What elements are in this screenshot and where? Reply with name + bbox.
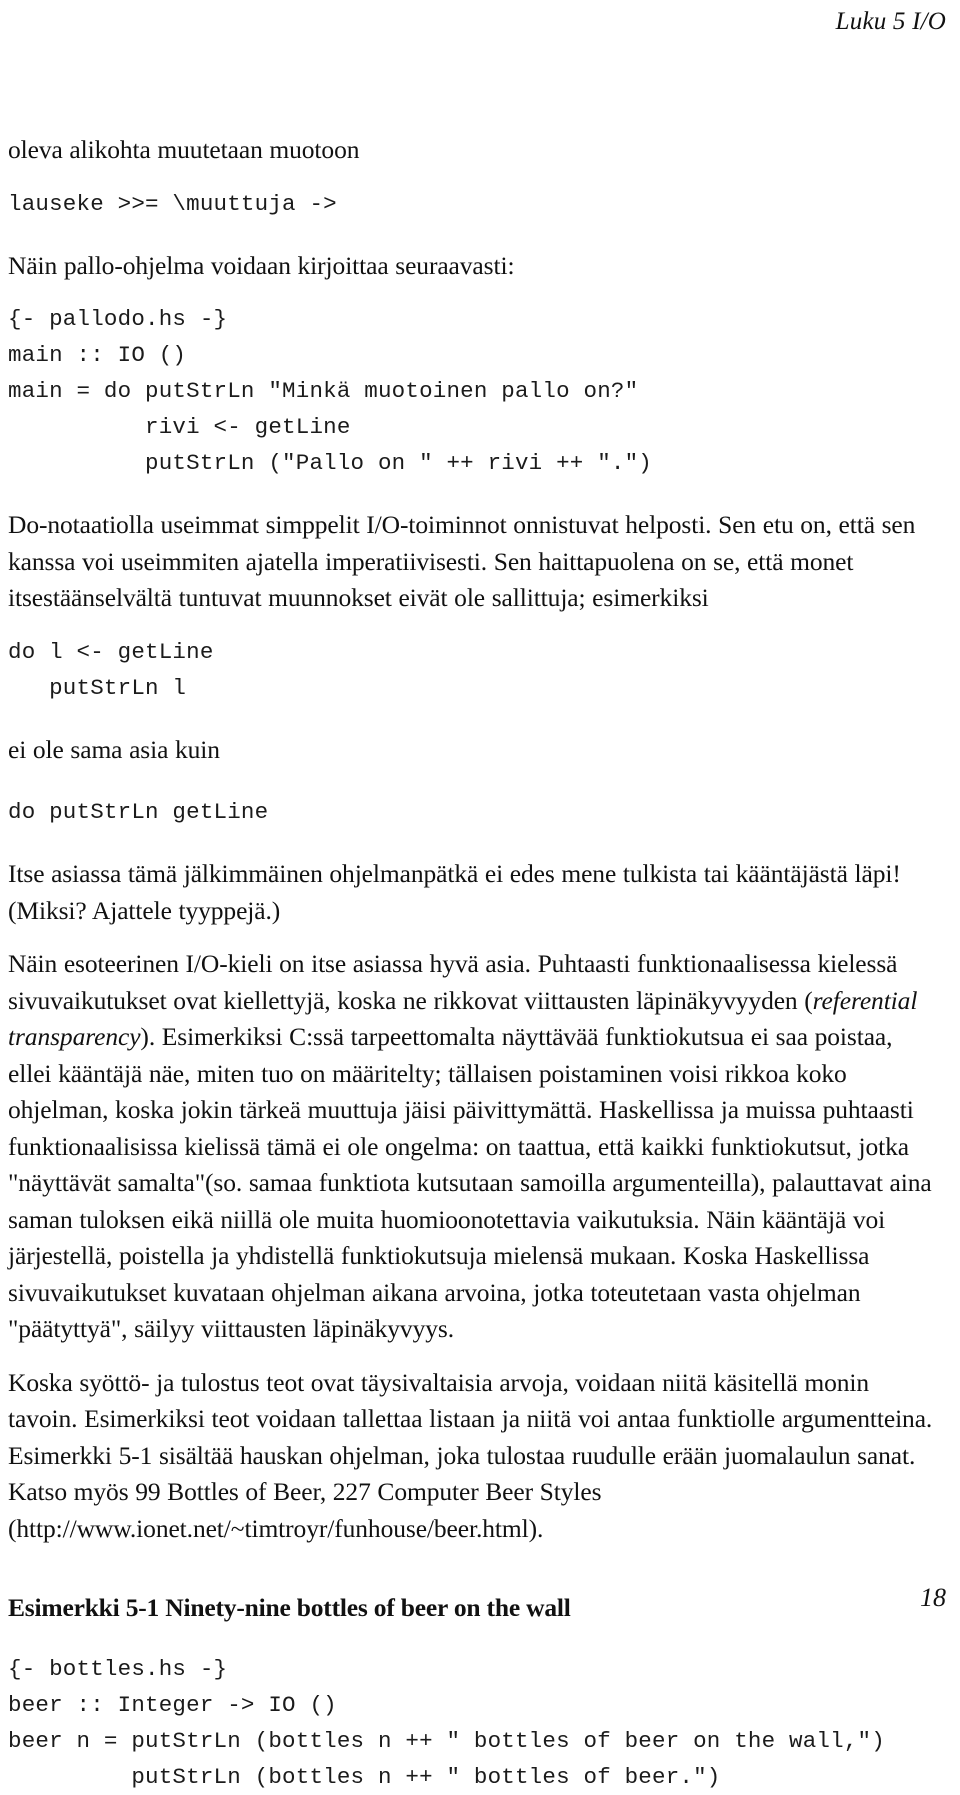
code-block-bind-desugar: lauseke >>= \muuttuja -> xyxy=(8,190,337,217)
code-block-pallodo: {- pallodo.hs -} main :: IO () main = do… xyxy=(8,306,653,476)
paragraph-do-notation: Do-notaatiolla useimmat simppelit I/O-to… xyxy=(8,510,916,612)
code-block-do-getline: do l <- getLine putStrLn l xyxy=(8,638,214,701)
example-heading-5-1: Esimerkki 5-1 Ninety-nine bottles of bee… xyxy=(8,1593,571,1622)
paragraph-miksi: Itse asiassa tämä jälkimmäinen ohjelmanp… xyxy=(8,859,901,925)
paragraph-ei-ole-sama: ei ole sama asia kuin xyxy=(8,734,220,764)
paragraph-intro: oleva alikohta muutetaan muotoon xyxy=(8,135,360,164)
code-block-bottles: {- bottles.hs -} beer :: Integer -> IO (… xyxy=(8,1656,885,1790)
paragraph-pallo-intro: Näin pallo-ohjelma voidaan kirjoittaa se… xyxy=(8,250,515,280)
paragraph-referential-transparency: Näin esoteerinen I/O-kieli on itse asias… xyxy=(8,946,938,1348)
running-head: Luku 5 I/O xyxy=(835,8,946,35)
page-number: 18 xyxy=(920,1583,946,1612)
para-6-part-a: Näin esoteerinen I/O-kieli on itse asias… xyxy=(8,949,898,1015)
page-body: oleva alikohta muutetaan muotoon lauseke… xyxy=(8,132,938,1795)
code-block-do-putstrln-getline: do putStrLn getLine xyxy=(8,799,269,825)
document-page: Luku 5 I/O oleva alikohta muutetaan muot… xyxy=(0,0,960,1790)
paragraph-teot-arvoina: Koska syöttö- ja tulostus teot ovat täys… xyxy=(8,1367,933,1543)
para-6-part-b: ). Esimerkiksi C:ssä tarpeettomalta näyt… xyxy=(8,1022,932,1343)
